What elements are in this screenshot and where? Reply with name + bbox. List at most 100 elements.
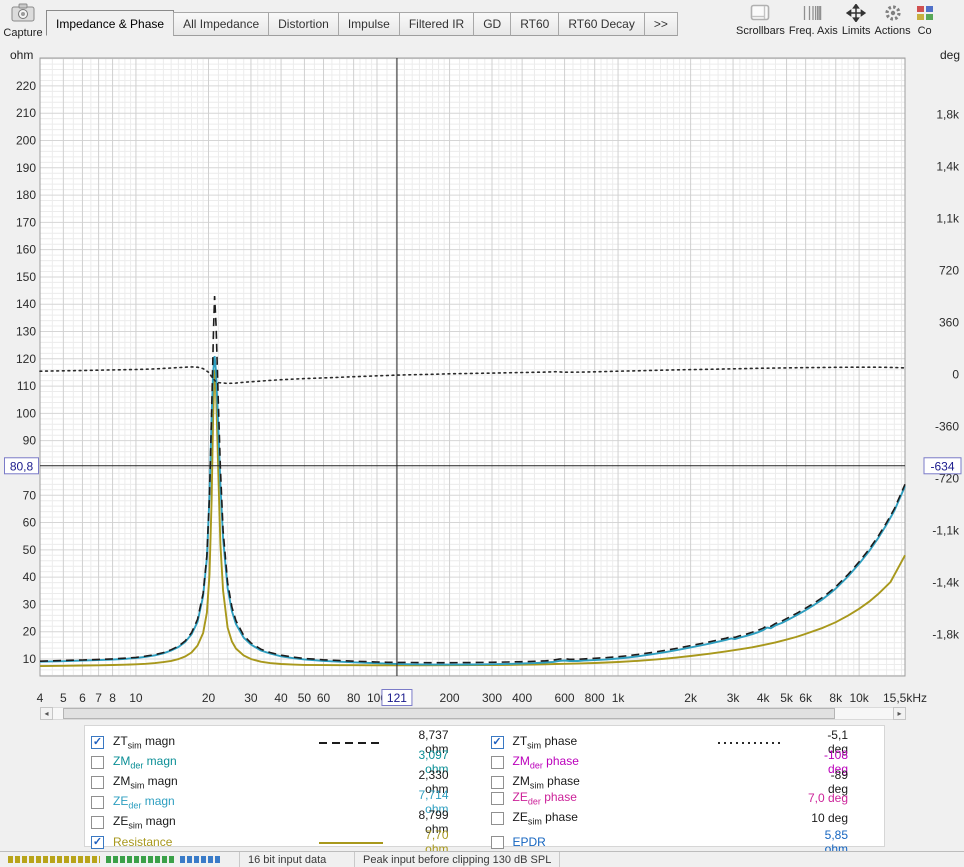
legend-row: EPDR 5,85 ohm [485, 828, 885, 856]
scrollbar-right-arrow-icon[interactable]: ▸ [893, 707, 906, 720]
svg-text:360: 360 [939, 315, 959, 329]
legend-row: ZEder magn 7,714 ohm [85, 788, 485, 816]
horizontal-scrollbar[interactable]: ◂ ▸ [40, 707, 906, 720]
svg-text:-360: -360 [935, 419, 959, 433]
capture-label: Capture [3, 27, 43, 39]
trace-checkbox-checked[interactable]: ✓ [91, 835, 104, 849]
control-freq-axis[interactable]: Freq. Axis [789, 2, 838, 46]
svg-text:3k: 3k [727, 691, 741, 705]
trace-label: ZMsim magn [113, 773, 178, 791]
trace-cursor-value: 10 deg [811, 811, 848, 825]
svg-text:50: 50 [298, 691, 312, 705]
svg-text:5: 5 [60, 691, 67, 705]
svg-text:80: 80 [347, 691, 361, 705]
trace-checkbox[interactable] [91, 775, 104, 789]
trace-checkbox[interactable] [91, 795, 104, 809]
tab-gd[interactable]: GD [473, 12, 512, 36]
trace-checkbox-checked[interactable]: ✓ [490, 735, 504, 749]
tab-distortion[interactable]: Distortion [268, 12, 339, 36]
trace-line-sample [293, 835, 408, 849]
svg-text:0: 0 [952, 367, 959, 381]
trace-cursor-value: 7,0 deg [807, 791, 848, 805]
impedance-phase-chart: 2202102001901801701601501401301201101009… [4, 57, 962, 706]
control-label: Actions [874, 25, 911, 37]
svg-text:80,8: 80,8 [10, 459, 34, 473]
trace-checkbox[interactable] [91, 815, 104, 829]
status-bar: 16 bit input data Peak input before clip… [0, 851, 964, 867]
svg-text:30: 30 [244, 691, 258, 705]
svg-text:210: 210 [16, 106, 36, 120]
scrollbar-track[interactable] [53, 707, 893, 720]
control-actions[interactable]: Actions [875, 2, 911, 46]
trace-checkbox-checked[interactable]: ✓ [91, 735, 104, 749]
svg-text:8: 8 [109, 691, 116, 705]
legend-column-magnitude: ✓ ZTsim magn 8,737 ohm ZMder magn 3,097 ohm Z… [85, 728, 485, 856]
control-label: Scrollbars [736, 25, 785, 37]
svg-text:4: 4 [37, 691, 44, 705]
trace-checkbox[interactable] [490, 755, 504, 769]
trace-label: ZEsim phase [512, 809, 578, 827]
control-scrollbars[interactable]: Scrollbars [736, 2, 785, 46]
svg-text:4k: 4k [757, 691, 771, 705]
x-axis-labels: 4 5 6 7 8 10 20 30 40 50 60 80 100 200 300 400 600 800 1k 2… [37, 691, 927, 705]
limits-icon [846, 3, 867, 23]
svg-text:10: 10 [23, 652, 37, 666]
rew-impedance-window: { "toolbar": { "capture": { "label": "Ca… [0, 0, 964, 867]
control-co[interactable]: Co [915, 2, 935, 46]
svg-text:720: 720 [939, 263, 959, 277]
tab-rt60[interactable]: RT60 [510, 12, 560, 36]
trace-line-sample [693, 735, 808, 749]
svg-text:2k: 2k [684, 691, 698, 705]
trace-checkbox[interactable] [490, 811, 504, 825]
trace-label: ZEsim magn [113, 813, 176, 831]
svg-text:50: 50 [23, 543, 37, 557]
tab-impedance-phase[interactable]: Impedance & Phase [46, 10, 175, 36]
trace-line-sample [293, 735, 408, 749]
trace-label: ZMsim phase [512, 773, 580, 791]
trace-label: ZMder phase [512, 753, 579, 771]
trace-checkbox[interactable] [490, 791, 504, 805]
capture-button[interactable]: Capture [2, 2, 44, 44]
svg-text:1k: 1k [612, 691, 626, 705]
svg-text:150: 150 [16, 270, 36, 284]
scrollbar-left-arrow-icon[interactable]: ◂ [40, 707, 53, 720]
svg-text:7: 7 [95, 691, 102, 705]
trace-checkbox[interactable] [91, 755, 104, 769]
tab-impulse[interactable]: Impulse [337, 12, 400, 36]
trace-checkbox[interactable] [490, 835, 504, 849]
svg-text:-1,1k: -1,1k [932, 523, 960, 537]
svg-text:110: 110 [17, 379, 36, 393]
svg-text:-634: -634 [930, 459, 954, 473]
trace-label: ZTsim phase [512, 733, 578, 751]
control-label: Limits [841, 25, 871, 37]
svg-text:170: 170 [16, 215, 36, 229]
svg-text:200: 200 [440, 691, 460, 705]
svg-text:120: 120 [16, 352, 36, 366]
svg-text:160: 160 [16, 243, 36, 257]
graph-controls: Scrollbars Freq. Axis Limits Actions Co [736, 2, 935, 46]
scrollbars-icon [750, 3, 770, 23]
legend-row: ZEsim magn 8,799 ohm [85, 808, 485, 836]
trace-label: EPDR [512, 835, 546, 849]
svg-text:140: 140 [16, 297, 36, 311]
svg-text:100: 100 [16, 406, 36, 420]
control-label: Co [917, 25, 932, 37]
svg-text:220: 220 [16, 79, 36, 93]
control-limits[interactable]: Limits [842, 2, 871, 46]
legend-row: ZEsim phase 10 deg [485, 808, 885, 828]
svg-text:6: 6 [79, 691, 86, 705]
svg-text:40: 40 [23, 570, 37, 584]
tab-rt60-decay[interactable]: RT60 Decay [558, 12, 645, 36]
camera-icon [10, 2, 36, 26]
tab-filtered-ir[interactable]: Filtered IR [398, 12, 475, 36]
trace-checkbox[interactable] [490, 775, 504, 789]
legend-row: ZMder magn 3,097 ohm [85, 748, 485, 776]
tab-all-impedance[interactable]: All Impedance [173, 12, 270, 36]
scrollbar-thumb[interactable] [63, 708, 835, 719]
trace-label: ZEder magn [113, 793, 175, 811]
tab-tabs-overflow[interactable]: >> [643, 12, 678, 36]
colors-icon [915, 3, 935, 23]
legend-row: ZMsim magn 2,330 ohm [85, 768, 485, 796]
svg-text:1,4k: 1,4k [936, 159, 960, 173]
trace-label: ZEder phase [512, 789, 577, 807]
